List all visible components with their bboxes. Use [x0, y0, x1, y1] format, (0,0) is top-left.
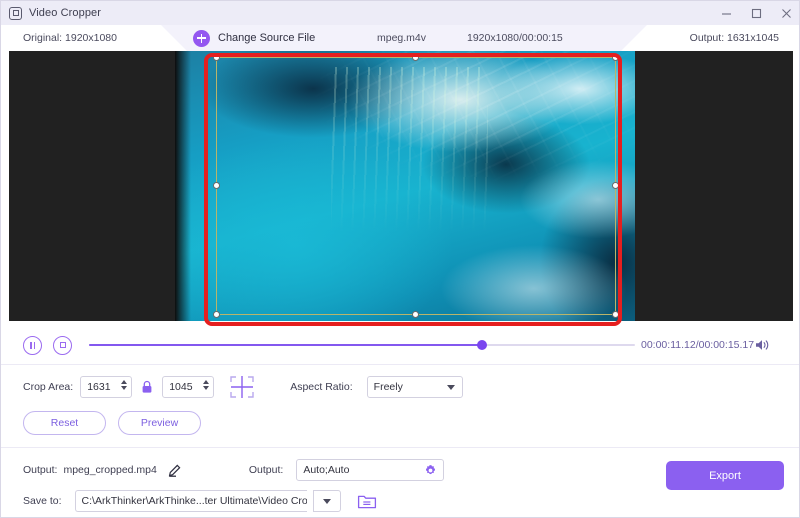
save-path-input[interactable]: C:\ArkThinker\ArkThinke...ter Ultimate\V…: [74, 490, 307, 512]
chevron-down-icon: [322, 498, 331, 504]
pencil-icon[interactable]: [168, 464, 181, 477]
stop-icon[interactable]: [53, 335, 72, 355]
volume-icon[interactable]: [755, 326, 771, 364]
chevron-down-icon: [446, 385, 455, 390]
original-resolution-label: Original: 1920x1080: [23, 32, 117, 44]
window-controls: [711, 1, 799, 25]
time-display: 00:00:11.12/00:00:15.17: [641, 326, 754, 364]
close-button[interactable]: [771, 1, 799, 25]
plus-circle-icon: [193, 29, 210, 47]
output-format-select[interactable]: Auto;Auto: [296, 459, 445, 481]
reset-button[interactable]: Reset: [23, 411, 106, 435]
pause-icon[interactable]: [23, 335, 42, 355]
window-title: Video Cropper: [29, 7, 102, 19]
output-resolution-label: Output: 1631x1045: [689, 32, 779, 44]
output-format-value: Auto;Auto: [303, 464, 350, 476]
video-left-edge-shadow: [175, 51, 191, 321]
crop-area-label: Crop Area:: [23, 381, 74, 393]
video-content-streaks: [331, 67, 488, 235]
timeline-progress: [89, 343, 483, 347]
info-bar: Original: 1920x1080 Change Source File m…: [1, 25, 799, 51]
crop-area-row: Crop Area: 1631 1045 Aspect Ratio: Freel…: [1, 374, 799, 400]
preview-button[interactable]: Preview: [118, 411, 201, 435]
playback-controls: 00:00:11.12/00:00:15.17: [1, 326, 799, 364]
current-time: 00:00:11.12: [641, 339, 696, 351]
change-source-file-label: Change Source File: [218, 32, 316, 44]
timeline-knob[interactable]: [477, 340, 488, 350]
total-time: 00:00:15.17: [698, 339, 755, 351]
change-source-file-button[interactable]: Change Source File: [193, 25, 315, 51]
title-bar: Video Cropper: [1, 1, 799, 25]
maximize-button[interactable]: [741, 1, 771, 25]
video-frame: [175, 51, 635, 321]
crop-width-input[interactable]: 1631: [80, 376, 133, 398]
save-to-row: Save to: C:\ArkThinker\ArkThinke...ter U…: [1, 488, 799, 514]
source-file-name: mpeg.m4v: [377, 32, 427, 44]
video-preview-stage[interactable]: [9, 51, 793, 321]
folder-icon[interactable]: [357, 493, 377, 510]
crop-width-value: 1631: [87, 381, 111, 393]
crop-height-stepper[interactable]: [203, 380, 210, 390]
panel-divider: [1, 447, 799, 448]
output-file-label: Output:: [23, 464, 58, 476]
minimize-button[interactable]: [711, 1, 741, 25]
timeline-scrubber[interactable]: [89, 326, 635, 364]
crop-width-stepper[interactable]: [121, 380, 128, 390]
source-file-meta: 1920x1080/00:00:15: [467, 32, 563, 44]
save-to-label: Save to:: [23, 495, 62, 507]
export-button[interactable]: Export: [666, 461, 784, 490]
output-resolution-tab: Output: 1631x1045: [621, 25, 799, 51]
timeline-track[interactable]: [89, 340, 635, 350]
crosshair-icon[interactable]: [229, 375, 255, 399]
output-format-label: Output:: [248, 464, 284, 476]
aspect-ratio-select[interactable]: Freely: [366, 376, 463, 398]
output-file-name: mpeg_cropped.mp4: [63, 464, 157, 476]
aspect-ratio-label: Aspect Ratio:: [290, 381, 353, 393]
save-path-dropdown-button[interactable]: [312, 490, 341, 512]
settings-panel: Crop Area: 1631 1045 Aspect Ratio: Freel…: [1, 364, 799, 517]
action-buttons-row: Reset Preview: [1, 410, 799, 436]
original-resolution-tab: Original: 1920x1080: [1, 25, 187, 51]
video-cropper-icon: [9, 6, 22, 20]
crop-height-value: 1045: [169, 381, 193, 393]
lock-icon[interactable]: [141, 380, 153, 394]
crop-height-input[interactable]: 1045: [162, 376, 215, 398]
aspect-ratio-value: Freely: [373, 381, 403, 393]
video-cropper-window: Video Cropper Original: 1920x1080 Change…: [0, 0, 800, 518]
gear-icon[interactable]: [424, 464, 437, 477]
